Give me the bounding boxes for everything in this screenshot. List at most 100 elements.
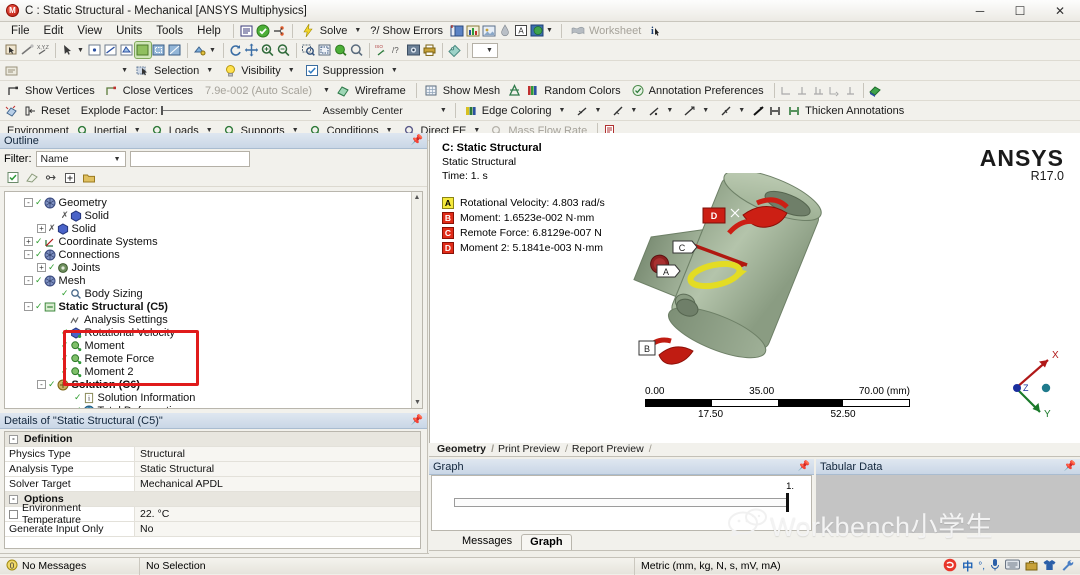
- annotation-preferences-button[interactable]: Annotation Preferences: [627, 83, 770, 99]
- tree-item-rotational-velocity[interactable]: ✓ Rotational Velocity: [11, 326, 422, 339]
- box-volume-select-icon[interactable]: [167, 42, 183, 58]
- visibility-dropdown-icon[interactable]: ▼: [288, 67, 295, 74]
- extend-selection-dropdown-icon[interactable]: ▼: [209, 47, 216, 54]
- menu-help[interactable]: Help: [190, 24, 228, 38]
- sogou-icon[interactable]: [943, 558, 957, 575]
- suppression-dropdown-icon[interactable]: ▼: [391, 67, 398, 74]
- xyz-probe-icon[interactable]: X,Y,Z: [35, 42, 51, 58]
- details-row-physics-type[interactable]: Physics Type Structural: [5, 447, 420, 462]
- display-style-dropdown-icon[interactable]: ▼: [486, 47, 495, 54]
- menu-tools[interactable]: Tools: [149, 24, 190, 38]
- model-3d[interactable]: D C A B: [625, 173, 875, 388]
- graph-timeline-bar[interactable]: [454, 498, 787, 507]
- label-a-icon[interactable]: A: [513, 23, 529, 39]
- print-icon[interactable]: [422, 42, 438, 58]
- tree-expander[interactable]: -: [24, 302, 33, 311]
- toolbox-icon[interactable]: [1025, 559, 1038, 574]
- view-undo-icon[interactable]: /?: [390, 42, 406, 58]
- coordinate-triad[interactable]: X Y Z: [1002, 346, 1068, 418]
- droplet-icon[interactable]: [497, 23, 513, 39]
- pan-icon[interactable]: [244, 42, 260, 58]
- random-colors-button[interactable]: Random Colors: [522, 83, 626, 99]
- edge-style-4[interactable]: ▼: [679, 103, 715, 119]
- keyboard-icon[interactable]: [1005, 559, 1020, 573]
- globe-dropdown-icon[interactable]: ▼: [546, 27, 553, 34]
- wrench-icon[interactable]: [1061, 559, 1074, 574]
- tab-messages[interactable]: Messages: [453, 533, 521, 550]
- look-at-icon[interactable]: [406, 42, 422, 58]
- tree-item-moment-2[interactable]: ✓ Moment 2: [11, 365, 422, 378]
- expand-all-icon[interactable]: [62, 170, 78, 186]
- annotation-dim5-icon[interactable]: [843, 83, 859, 99]
- tree-item-solid[interactable]: ✗ Solid: [11, 209, 422, 222]
- menu-file[interactable]: File: [4, 24, 37, 38]
- select-vertex-icon[interactable]: [87, 42, 103, 58]
- folder-icon[interactable]: [81, 170, 97, 186]
- tree-item-body-sizing[interactable]: ✓ Body Sizing: [11, 287, 422, 300]
- refresh-tree-icon[interactable]: [5, 170, 21, 186]
- zoom-in-icon[interactable]: [260, 42, 276, 58]
- wireframe-button[interactable]: Wireframe: [333, 83, 412, 99]
- edge-style-5-dropdown-icon[interactable]: ▼: [738, 107, 745, 114]
- details-value[interactable]: No: [135, 522, 420, 536]
- info-cursor-icon[interactable]: i: [647, 23, 663, 39]
- tab-geometry[interactable]: Geometry /: [431, 443, 494, 456]
- show-errors-button[interactable]: ?/ Show Errors: [367, 25, 449, 37]
- tree-item-moment[interactable]: ✓ Moment: [11, 339, 422, 352]
- reset-explode-button[interactable]: Reset: [19, 103, 76, 119]
- status-messages[interactable]: 0 No Messages: [0, 557, 140, 575]
- show-hidden-icon[interactable]: [24, 170, 40, 186]
- zoom-window-icon[interactable]: [317, 42, 333, 58]
- tab-print-preview[interactable]: Print Preview /: [492, 443, 568, 456]
- tabular-body[interactable]: [816, 475, 1080, 533]
- graph-pin-icon[interactable]: 📌: [798, 461, 810, 472]
- tree-expander[interactable]: +: [37, 263, 46, 272]
- select-body-icon[interactable]: [133, 41, 152, 59]
- details-row-generate-input-only[interactable]: Generate Input Only No: [5, 522, 420, 537]
- edge-style-4-dropdown-icon[interactable]: ▼: [702, 107, 709, 114]
- filter-type-dropdown-icon[interactable]: ▼: [114, 156, 123, 163]
- edge-style-5[interactable]: ▼: [715, 103, 751, 119]
- extend-selection-icon[interactable]: [192, 42, 208, 58]
- filter-type-combo[interactable]: Name ▼: [35, 151, 126, 167]
- tree-expander[interactable]: +: [24, 237, 33, 246]
- color-tag-icon[interactable]: [447, 42, 463, 58]
- status-units[interactable]: Metric (mm, kg, N, s, mV, mA): [635, 558, 787, 575]
- tree-item-solution-c6[interactable]: - ✓ Solution (C6): [11, 378, 422, 391]
- edge-style-3[interactable]: ▼: [643, 103, 679, 119]
- box-select-icon[interactable]: [151, 42, 167, 58]
- display-style-combo[interactable]: ▼: [471, 42, 498, 58]
- mesh-tools-icon[interactable]: [506, 83, 522, 99]
- menu-edit[interactable]: Edit: [37, 24, 71, 38]
- details-value[interactable]: Mechanical APDL: [135, 477, 420, 491]
- edge-select-icon[interactable]: [19, 42, 35, 58]
- named-selection-combo[interactable]: ▼: [22, 63, 132, 78]
- solve-button[interactable]: Solve ▼: [298, 23, 367, 39]
- suppression-menu[interactable]: Suppression ▼: [301, 63, 404, 79]
- new-chart-icon[interactable]: [449, 23, 465, 39]
- details-row-analysis-type[interactable]: Analysis Type Static Structural: [5, 462, 420, 477]
- edge-style-3-dropdown-icon[interactable]: ▼: [666, 107, 673, 114]
- box-zoom-icon[interactable]: [301, 42, 317, 58]
- details-value[interactable]: Structural: [135, 447, 420, 461]
- filter-search-input[interactable]: [129, 151, 250, 167]
- solve-dropdown-icon[interactable]: ▼: [354, 27, 361, 34]
- body-views-icon[interactable]: [868, 83, 884, 99]
- assembly-center-combo[interactable]: Assembly Center ▼: [319, 103, 451, 118]
- check-green-icon[interactable]: [255, 23, 271, 39]
- degree-icon[interactable]: °,: [978, 561, 985, 572]
- tree-item-static-structural-c5[interactable]: - ✓ Static Structural (C5): [11, 300, 422, 313]
- details-row-environment-temperature[interactable]: Environment Temperature 22. °C: [5, 502, 420, 526]
- tree-expander[interactable]: +: [37, 224, 46, 233]
- auto-scale-dropdown-icon[interactable]: ▼: [323, 87, 330, 94]
- explode-factor-slider[interactable]: [160, 104, 311, 118]
- worksheet-button[interactable]: Worksheet: [567, 23, 647, 39]
- zoom-to-fit-icon[interactable]: [333, 42, 349, 58]
- go-to-icon[interactable]: [43, 170, 59, 186]
- annotation-dim2-icon[interactable]: [795, 83, 811, 99]
- maximize-button[interactable]: ☐: [1000, 0, 1040, 22]
- details-row-solver-target[interactable]: Solver Target Mechanical APDL: [5, 477, 420, 492]
- details-value[interactable]: 22. °C: [135, 507, 420, 521]
- arrow-thick-icon[interactable]: [751, 103, 767, 119]
- outline-scroll-down-icon[interactable]: ▼: [412, 397, 422, 408]
